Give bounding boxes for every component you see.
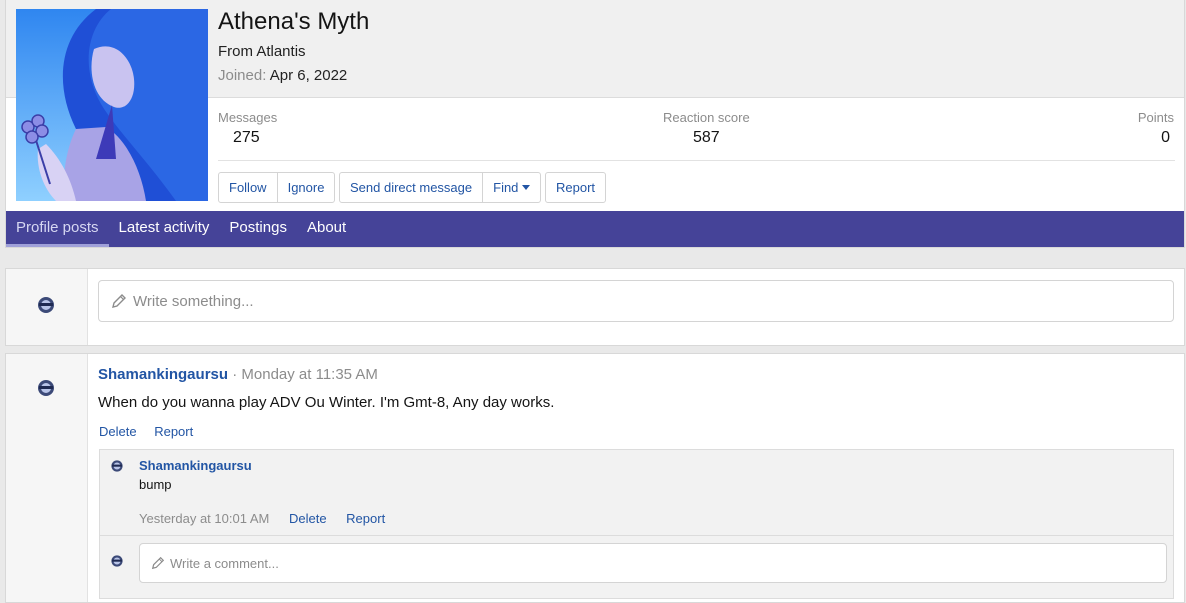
comment-actions: Yesterday at 10:01 AM Delete Report [139, 511, 401, 526]
stat-label: Reaction score [663, 110, 750, 125]
write-comment-input[interactable]: Write a comment... [139, 543, 1167, 583]
profile-tabs: Profile posts Latest activity Postings A… [6, 211, 1184, 247]
current-user-avatar-icon[interactable] [110, 554, 124, 568]
post-separator: · [232, 366, 238, 383]
profile-location: From Atlantis [218, 43, 306, 60]
stat-messages[interactable]: Messages 275 [218, 110, 277, 147]
post-timestamp[interactable]: Monday at 11:35 AM [241, 366, 377, 383]
write-comment-placeholder: Write a comment... [170, 556, 279, 571]
follow-ignore-group: Follow Ignore [218, 172, 336, 203]
profile-joined: Joined: Apr 6, 2022 [218, 67, 347, 84]
profile-username: Athena's Myth [218, 8, 370, 35]
stat-value: 275 [233, 129, 260, 146]
caret-down-icon [522, 185, 531, 190]
ignore-button[interactable]: Ignore [278, 173, 335, 202]
composer-panel: Write something... [5, 268, 1185, 346]
message-find-group: Send direct message Find [339, 172, 542, 203]
profile-avatar[interactable] [16, 9, 208, 201]
post-actions: Delete Report [99, 424, 207, 439]
stat-label: Points [1137, 110, 1174, 125]
find-dropdown-button[interactable]: Find [483, 173, 540, 202]
post-author-avatar-icon[interactable] [36, 378, 56, 398]
profile-avatar-image [16, 9, 208, 201]
post-header: Shamankingaursu · Monday at 11:35 AM [98, 366, 378, 383]
pencil-icon [151, 556, 165, 570]
stat-points[interactable]: Points 0 [1138, 110, 1174, 147]
joined-label: Joined: [218, 67, 267, 84]
write-something-placeholder: Write something... [133, 293, 254, 310]
report-profile-button[interactable]: Report [546, 173, 605, 202]
comment-text: bump [139, 477, 172, 492]
tab-about[interactable]: About [297, 211, 356, 247]
report-group: Report [545, 172, 607, 203]
comment-divider [100, 535, 1173, 536]
comment-author-link[interactable]: Shamankingaursu [139, 458, 252, 473]
tab-postings[interactable]: Postings [219, 211, 297, 247]
comment-delete-link[interactable]: Delete [289, 511, 327, 526]
post-message: When do you wanna play ADV Ou Winter. I'… [98, 394, 555, 411]
follow-button[interactable]: Follow [219, 173, 278, 202]
tab-profile-posts[interactable]: Profile posts [6, 211, 109, 247]
comments-section: Shamankingaursu bump Yesterday at 10:01 … [99, 449, 1174, 599]
find-label: Find [493, 180, 519, 195]
profile-card: Athena's Myth From Atlantis Joined: Apr … [5, 0, 1185, 248]
stat-reaction-score[interactable]: Reaction score 587 [663, 110, 750, 147]
tab-latest-activity[interactable]: Latest activity [109, 211, 220, 247]
comment-report-link[interactable]: Report [346, 511, 385, 526]
post-delete-link[interactable]: Delete [99, 424, 137, 439]
user-avatar-icon[interactable] [36, 295, 56, 315]
comment-timestamp[interactable]: Yesterday at 10:01 AM [139, 511, 269, 526]
joined-date: Apr 6, 2022 [269, 67, 348, 84]
post-report-link[interactable]: Report [154, 424, 193, 439]
stat-value: 0 [1161, 129, 1170, 146]
pencil-icon [112, 294, 126, 308]
write-something-input[interactable]: Write something... [98, 280, 1174, 322]
stat-label: Messages [218, 110, 278, 125]
comment-author-avatar-icon[interactable] [110, 459, 124, 473]
send-direct-message-button[interactable]: Send direct message [340, 173, 484, 202]
post-author-link[interactable]: Shamankingaursu [98, 366, 228, 383]
stats-divider [218, 160, 1175, 161]
profile-post: Shamankingaursu · Monday at 11:35 AM Whe… [5, 353, 1185, 603]
stat-value: 587 [693, 129, 720, 146]
